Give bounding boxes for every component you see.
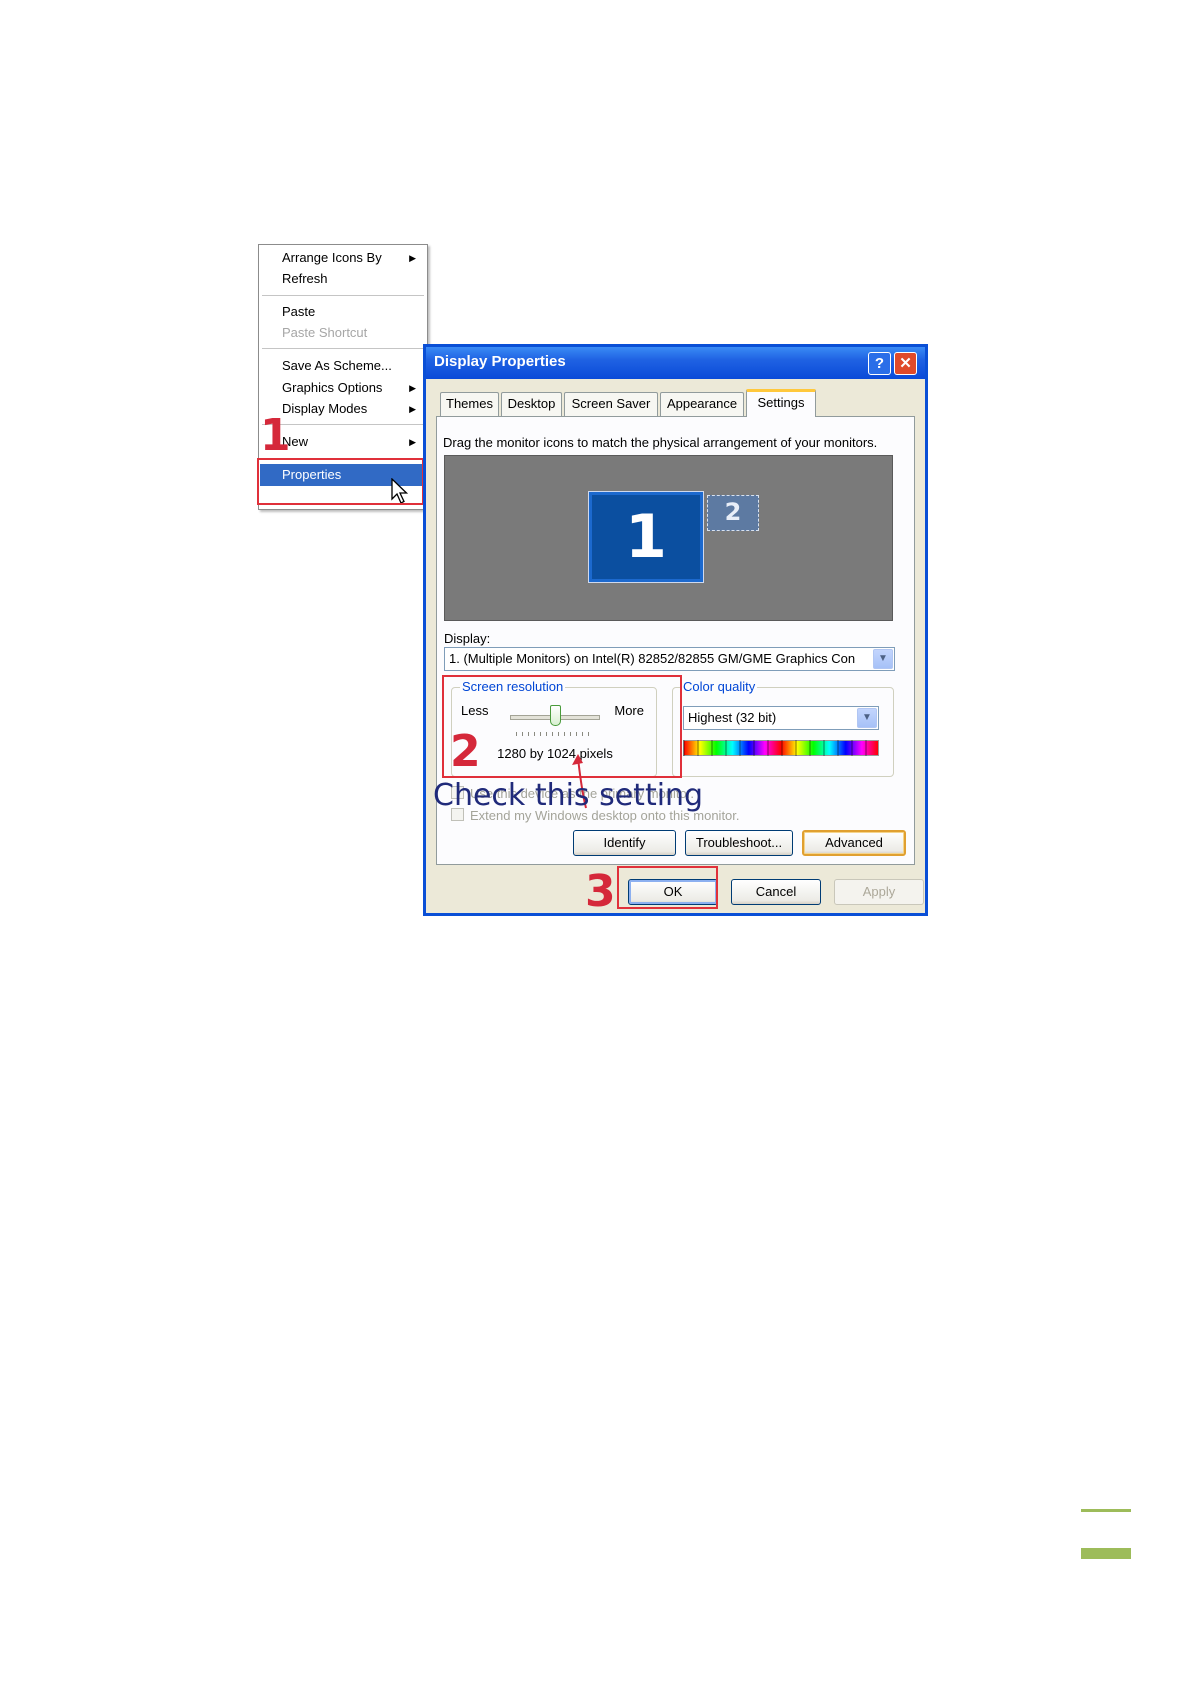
display-dropdown[interactable]: 1. (Multiple Monitors) on Intel(R) 82852… <box>444 647 895 671</box>
menu-item-label: Paste <box>282 304 316 319</box>
step-number-3: 3 <box>585 866 616 917</box>
submenu-arrow-icon: ▶ <box>409 437 416 447</box>
tab-label: Themes <box>446 396 493 411</box>
tab-label: Desktop <box>507 396 556 411</box>
instruction-text: Drag the monitor icons to match the phys… <box>443 435 878 450</box>
tab-screen-saver[interactable]: Screen Saver <box>564 392 658 416</box>
page-decoration-bar <box>1081 1548 1131 1559</box>
menu-item-graphics-options[interactable]: Graphics Options ▶ <box>260 377 426 399</box>
display-dropdown-value: 1. (Multiple Monitors) on Intel(R) 82852… <box>449 651 856 666</box>
annotation-box-ok <box>617 866 718 909</box>
menu-item-label: Display Modes <box>282 401 368 416</box>
menu-item-arrange-icons-by[interactable]: Arrange Icons By ▶ <box>260 247 426 269</box>
apply-button: Apply <box>834 879 924 905</box>
tab-label: Appearance <box>666 396 738 411</box>
menu-item-label: Graphics Options <box>282 380 383 395</box>
tab-label: Screen Saver <box>571 396 651 411</box>
monitor-1-icon[interactable]: 1 <box>588 491 704 583</box>
identify-button[interactable]: Identify <box>573 830 676 856</box>
color-quality-value: Highest (32 bit) <box>688 710 777 725</box>
menu-item-refresh[interactable]: Refresh <box>260 268 426 290</box>
color-quality-dropdown[interactable]: Highest (32 bit) ▼ <box>683 706 879 730</box>
color-spectrum-stripes <box>683 740 879 756</box>
cancel-button[interactable]: Cancel <box>731 879 821 905</box>
chevron-down-icon[interactable]: ▼ <box>873 649 893 669</box>
dialog-title: Display Properties <box>434 353 566 370</box>
annotation-box-properties <box>257 458 424 505</box>
display-label: Display: <box>444 631 491 646</box>
troubleshoot-button[interactable]: Troubleshoot... <box>685 830 793 856</box>
page-decoration-line <box>1081 1509 1131 1512</box>
menu-item-label: Save As Scheme... <box>282 358 392 373</box>
annotation-callout: Check this setting <box>433 778 704 813</box>
tab-appearance[interactable]: Appearance <box>660 392 744 416</box>
monitor-arrangement-area[interactable]: 1 2 <box>444 455 893 621</box>
tab-settings[interactable]: Settings <box>746 389 816 417</box>
tab-label: Settings <box>757 395 805 410</box>
chevron-down-icon[interactable]: ▼ <box>857 708 877 728</box>
submenu-arrow-icon: ▶ <box>409 404 416 414</box>
menu-separator <box>262 295 424 296</box>
help-icon: ? <box>874 355 885 372</box>
advanced-button[interactable]: Advanced <box>802 830 906 856</box>
submenu-arrow-icon: ▶ <box>409 383 416 393</box>
color-quality-group: Color quality Highest (32 bit) ▼ <box>672 679 894 777</box>
tab-desktop[interactable]: Desktop <box>501 392 562 416</box>
menu-item-save-as-scheme[interactable]: Save As Scheme... <box>260 355 426 377</box>
monitor-2-icon[interactable]: 2 <box>707 495 759 531</box>
title-bar[interactable]: Display Properties ? ✕ <box>426 347 925 379</box>
step-number-2: 2 <box>450 726 481 777</box>
display-properties-dialog: Display Properties ? ✕ Themes Desktop Sc… <box>423 344 928 916</box>
menu-separator <box>262 348 424 349</box>
close-button[interactable]: ✕ <box>894 352 917 375</box>
close-icon: ✕ <box>899 355 912 372</box>
menu-item-label: Refresh <box>282 271 328 286</box>
menu-item-label: Arrange Icons By <box>282 250 382 265</box>
color-quality-label: Color quality <box>681 679 758 695</box>
tab-themes[interactable]: Themes <box>440 392 499 416</box>
submenu-arrow-icon: ▶ <box>409 253 416 263</box>
step-number-1: 1 <box>260 410 291 461</box>
menu-item-paste-shortcut: Paste Shortcut <box>260 322 426 344</box>
help-button[interactable]: ? <box>868 352 891 375</box>
menu-item-label: Paste Shortcut <box>282 325 368 340</box>
menu-item-paste[interactable]: Paste <box>260 301 426 323</box>
